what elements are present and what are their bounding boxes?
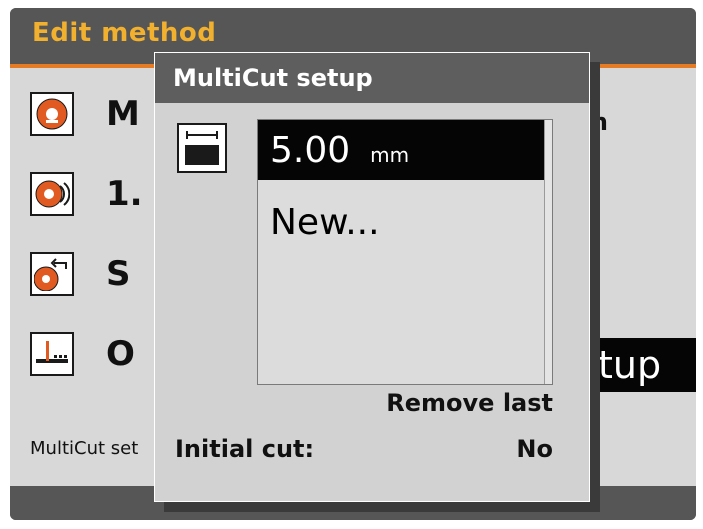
list-item-unit: mm	[370, 143, 410, 167]
initial-cut-value[interactable]: No	[516, 435, 553, 463]
multicut-icon[interactable]	[30, 332, 74, 376]
dialog-title: MultiCut setup	[155, 53, 589, 103]
list-item-value: New...	[270, 201, 380, 243]
multicut-setup-row-label: tup	[598, 343, 662, 387]
list-item-5mm[interactable]: 5.00 mm	[258, 120, 546, 180]
multicut-setup-dialog: MultiCut setup 5.00 mm New... Remove las…	[154, 52, 590, 502]
row-1-value: n	[590, 108, 608, 136]
row-2-text: 1.	[106, 174, 143, 214]
remove-last-button[interactable]: Remove last	[386, 389, 553, 417]
screen: Edit method M n 1. S O tup MultiCut set …	[10, 8, 696, 520]
multicut-setup-row-selected[interactable]: tup	[580, 338, 696, 392]
saw-blade-icon[interactable]	[30, 92, 74, 136]
initial-cut-label: Initial cut:	[175, 435, 315, 463]
status-text: MultiCut set	[30, 438, 139, 459]
row-1-text: M	[106, 94, 140, 134]
device-frame: Edit method M n 1. S O tup MultiCut set …	[0, 0, 703, 529]
row-4-text: O	[106, 334, 135, 374]
blade-return-icon[interactable]	[30, 252, 74, 296]
page-title: Edit method	[32, 18, 217, 48]
blade-speed-icon[interactable]	[30, 172, 74, 216]
list-item-new[interactable]: New...	[258, 192, 546, 252]
list-item-value: 5.00	[270, 129, 351, 171]
row-3-text: S	[106, 254, 131, 294]
cut-thickness-icon	[177, 123, 227, 173]
list-scrollbar[interactable]	[544, 120, 552, 384]
cut-list[interactable]: 5.00 mm New...	[257, 119, 553, 385]
